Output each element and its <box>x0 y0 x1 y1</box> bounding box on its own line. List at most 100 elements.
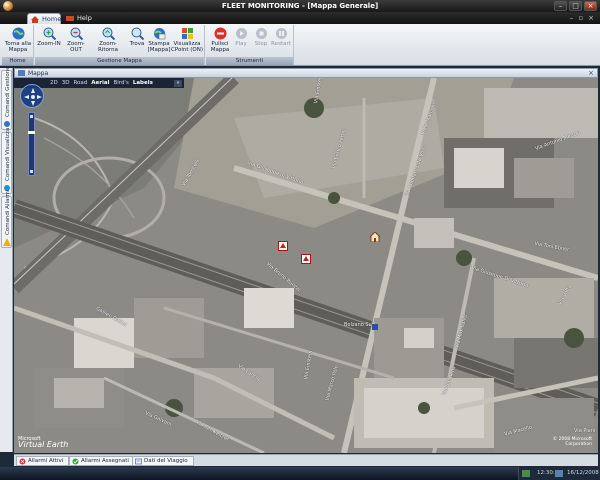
minimize-button[interactable]: – <box>554 1 567 11</box>
visualizza-label-2: CPoint (ON) <box>171 47 203 53</box>
zoom-in-label: Zoom-IN <box>37 41 61 47</box>
sidebar-tab-comandi-gestione[interactable]: Comandi Gestione <box>1 66 12 130</box>
tab-home-label: Home <box>42 15 62 23</box>
sidebar-tab-label: Comandi Gestione <box>5 66 11 117</box>
zoom-plus-icon[interactable] <box>30 115 33 118</box>
map-view-road[interactable]: Road <box>73 80 87 86</box>
vehicle-marker-icon[interactable] <box>278 241 288 251</box>
aerial-imagery <box>14 78 598 453</box>
attribution-line-2: Virtual Earth <box>18 440 69 449</box>
torna-label-2: Mappa <box>8 47 28 53</box>
help-icon <box>66 16 74 21</box>
zoom-minus-icon[interactable] <box>30 170 33 173</box>
ribbon-tabstrip: Home Help – ▫ × <box>0 12 600 24</box>
tray-calendar-icon[interactable] <box>555 470 563 477</box>
map-view-aerial[interactable]: Aerial <box>91 80 109 86</box>
zoom-out-label: Zoom-OUT <box>67 41 85 53</box>
clear-map-icon <box>214 27 226 40</box>
cpoint-icon <box>181 28 193 39</box>
ribbon-close-icon[interactable]: × <box>588 14 594 22</box>
zoom-slider[interactable] <box>28 112 35 176</box>
map-view-3d[interactable]: 3D <box>62 80 70 86</box>
visualizza-cpoint-button[interactable]: Visualizza CPoint (ON) <box>171 27 203 53</box>
map-view-birds-eye[interactable]: Bird's <box>113 80 128 86</box>
alarm-active-icon <box>19 458 26 465</box>
tab-allarmi-assegnati[interactable]: Allarmi Assegnati <box>69 456 135 466</box>
compass-pan-control[interactable] <box>20 84 44 108</box>
ribbon-minimize-icon[interactable]: – <box>570 14 574 22</box>
street-label: Via Piani <box>574 428 596 434</box>
ribbon-window-controls: – ▫ × <box>570 14 594 22</box>
zoom-return-icon <box>102 27 115 40</box>
zoom-in-button[interactable]: Zoom-IN <box>35 27 63 47</box>
ribbon-group-label: Gestione Mappa <box>35 57 204 65</box>
maximize-button[interactable]: □ <box>569 1 582 11</box>
aerial-map[interactable]: 2D 3D Road Aerial Bird's Labels « Via To… <box>14 78 598 453</box>
stop-icon <box>255 28 267 39</box>
alarm-assigned-icon <box>72 458 79 465</box>
left-sidebar: Comandi Gestione Comandi Visualizza Coma… <box>0 66 13 452</box>
map-view-2d[interactable]: 2D <box>50 80 58 86</box>
tab-help[interactable]: Help <box>63 13 93 24</box>
ribbon-group-strumenti: Pulisci Mappa Play Stop Restart Strument… <box>206 25 294 65</box>
map-copyright: © 2008 Microsoft Corporation <box>552 437 592 447</box>
compass-icon <box>24 88 42 106</box>
tray-date[interactable]: 16/12/2008 <box>567 467 599 480</box>
checkpoint-house-icon[interactable] <box>370 232 380 242</box>
title-bar: FLEET MONITORING - [Mappa Generale] – □ … <box>0 0 600 12</box>
map-view-labels[interactable]: Labels <box>133 80 153 86</box>
zoom-out-button[interactable]: Zoom-OUT <box>62 27 90 53</box>
tab-help-label: Help <box>77 14 92 22</box>
sidebar-tab-label: Comandi Visualizza <box>5 127 11 181</box>
restart-icon <box>275 28 287 39</box>
tab-label: Dati del Viaggio <box>144 458 188 464</box>
restart-button[interactable]: Restart <box>267 27 295 47</box>
zoom-slider-handle[interactable] <box>28 131 35 134</box>
tab-dati-del-viaggio[interactable]: Dati del Viaggio <box>132 456 194 466</box>
map-attribution: Microsoft Virtual Earth <box>18 437 69 449</box>
os-taskbar: 12:30:31 16/12/2008 <box>0 467 600 480</box>
window-controls: – □ × <box>554 1 597 11</box>
tab-allarmi-attivi[interactable]: Allarmi Attivi <box>16 456 70 466</box>
ribbon: Torna alla Mappa Home Page Zoom-IN Zoom-… <box>0 24 600 72</box>
map-panel-close-icon[interactable]: × <box>588 69 594 77</box>
zoom-ritorna-label: Zoom-Ritorna <box>98 41 118 53</box>
tab-label: Allarmi Assegnati <box>81 458 129 464</box>
pulisci-label-2: Mappa <box>210 47 230 53</box>
map-icon <box>18 70 25 76</box>
restart-label: Restart <box>271 41 291 47</box>
alarm-icon <box>3 238 11 246</box>
window-title: FLEET MONITORING - [Mappa Generale] <box>221 2 379 10</box>
ribbon-group-home-page: Torna alla Mappa Home Page <box>2 25 34 72</box>
sidebar-tab-comandi-visualizza[interactable]: Comandi Visualizza <box>1 128 12 194</box>
ribbon-group-gestione-mappa: Zoom-IN Zoom-OUT Zoom-Ritorna Trova Stam… <box>35 25 205 65</box>
station-marker-icon[interactable] <box>372 324 378 330</box>
torna-alla-mappa-button[interactable]: Torna alla Mappa <box>4 27 32 53</box>
globe-icon <box>12 27 24 40</box>
trip-data-icon <box>135 458 142 465</box>
ribbon-group-label: Strumenti <box>206 57 293 65</box>
play-icon <box>235 28 247 39</box>
ribbon-group-label: Home Page <box>2 57 33 72</box>
sidebar-tab-comandi-allarmi[interactable]: Comandi Allarmi <box>1 190 12 248</box>
street-label: Bolzano Sud <box>344 322 375 328</box>
stampa-label-2: [Mappa] <box>147 47 171 53</box>
home-icon <box>31 16 39 23</box>
toolbar-collapse-icon[interactable]: « <box>174 79 182 87</box>
tab-label: Allarmi Attivi <box>28 458 64 464</box>
zoom-out-icon <box>70 27 83 40</box>
zoom-ritorna-button[interactable]: Zoom-Ritorna <box>91 27 125 53</box>
bottom-tab-strip: Allarmi Attivi Allarmi Assegnati Dati de… <box>14 454 598 466</box>
stampa-mappa-button[interactable]: Stampa [Mappa] <box>145 27 173 53</box>
system-tray: 12:30:31 16/12/2008 <box>518 467 600 480</box>
close-button[interactable]: × <box>584 1 597 11</box>
print-map-icon <box>153 28 165 40</box>
tray-network-icon[interactable] <box>522 470 530 477</box>
zoom-in-icon <box>43 27 56 40</box>
map-panel-title: Mappa <box>28 70 49 77</box>
ribbon-restore-icon[interactable]: ▫ <box>578 14 583 22</box>
map-panel-header: Mappa × <box>14 68 598 78</box>
find-icon <box>131 27 144 40</box>
vehicle-marker-icon[interactable] <box>301 254 311 264</box>
tab-home[interactable]: Home <box>27 13 61 24</box>
